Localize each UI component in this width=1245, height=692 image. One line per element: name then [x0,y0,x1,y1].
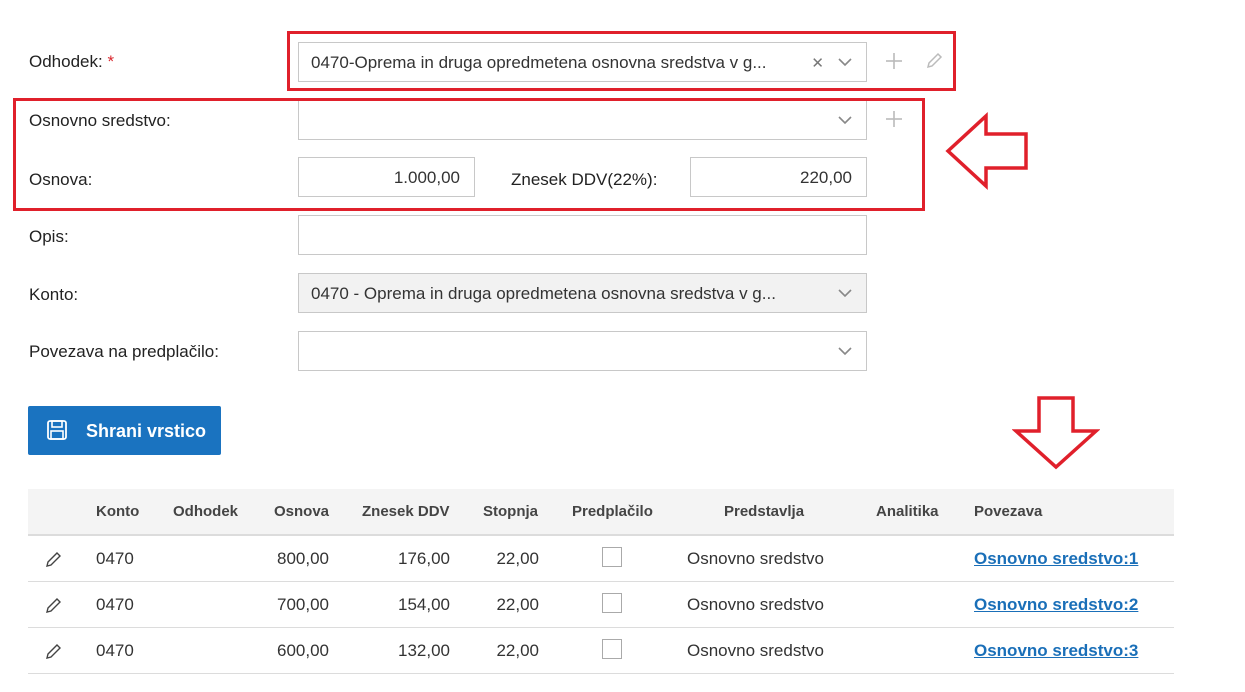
cell-stopnja: 22,00 [496,549,539,568]
table-header: Konto Odhodek Osnova Znesek DDV Stopnja … [28,489,1174,536]
add-icon[interactable] [884,51,904,71]
lines-table: Konto Odhodek Osnova Znesek DDV Stopnja … [28,489,1174,674]
header-odhodek[interactable]: Odhodek [173,503,238,520]
header-konto[interactable]: Konto [96,503,139,520]
osnovno-sredstvo-select[interactable] [298,100,867,140]
znesek-ddv-input-value: 220,00 [800,168,852,187]
edit-pencil-icon[interactable] [44,595,64,615]
header-analitika[interactable]: Analitika [876,503,939,520]
header-predplacilo[interactable]: Predplačilo [572,503,653,520]
konto-select[interactable]: 0470 - Oprema in druga opredmetena osnov… [298,273,867,313]
konto-select-value: 0470 - Oprema in druga opredmetena osnov… [311,284,776,303]
cell-ddv: 154,00 [398,595,450,614]
povezava-link[interactable]: Osnovno sredstvo:3 [974,641,1138,661]
cell-konto: 0470 [96,641,134,660]
cell-osnova: 600,00 [277,641,329,660]
povezava-link[interactable]: Osnovno sredstvo:2 [974,595,1138,615]
edit-pencil-icon[interactable] [44,549,64,569]
povezava-predplacilo-label: Povezava na predplačilo: [29,342,219,361]
chevron-down-icon[interactable] [838,115,852,125]
clear-icon[interactable]: ✕ [811,54,824,72]
required-mark: * [107,52,115,71]
add-icon[interactable] [884,109,904,129]
page: Odhodek: * 0470-Oprema in druga opredmet… [0,0,1245,692]
header-znesek-ddv[interactable]: Znesek DDV [362,503,450,520]
odhodek-label: Odhodek: * [29,52,114,72]
table-row: 0470 600,00 132,00 22,00 Osnovno sredstv… [28,628,1174,674]
chevron-down-icon[interactable] [838,346,852,356]
chevron-down-icon[interactable] [838,57,852,67]
cell-osnova: 700,00 [277,595,329,614]
save-disk-icon [47,420,67,440]
table-row: 0470 700,00 154,00 22,00 Osnovno sredstv… [28,582,1174,628]
annotation-arrow-down-icon [1012,396,1100,470]
table-row: 0470 800,00 176,00 22,00 Osnovno sredstv… [28,536,1174,582]
header-stopnja[interactable]: Stopnja [483,503,538,520]
povezava-link[interactable]: Osnovno sredstvo:1 [974,549,1138,569]
save-row-button[interactable]: Shrani vrstico [28,406,221,455]
cell-konto: 0470 [96,549,134,568]
opis-input[interactable] [298,215,867,255]
predplacilo-checkbox[interactable] [602,547,622,567]
predplacilo-checkbox[interactable] [602,639,622,659]
osnovno-sredstvo-label: Osnovno sredstvo: [29,111,171,130]
header-osnova[interactable]: Osnova [274,503,329,520]
cell-predstavlja: Osnovno sredstvo [687,641,825,660]
cell-predstavlja: Osnovno sredstvo [687,549,825,568]
odhodek-select-value: 0470-Oprema in druga opredmetena osnovna… [311,53,767,72]
cell-osnova: 800,00 [277,549,329,568]
header-povezava[interactable]: Povezava [974,503,1042,520]
cell-stopnja: 22,00 [496,595,539,614]
predplacilo-checkbox[interactable] [602,593,622,613]
save-row-button-label: Shrani vrstico [86,421,207,441]
edit-pencil-icon[interactable] [924,51,944,71]
cell-stopnja: 22,00 [496,641,539,660]
opis-label: Opis: [29,227,69,246]
odhodek-select[interactable]: 0470-Oprema in druga opredmetena osnovna… [298,42,867,82]
osnova-input-value: 1.000,00 [393,168,460,187]
chevron-down-icon[interactable] [838,288,852,298]
znesek-ddv-label: Znesek DDV(22%): [511,170,658,189]
cell-ddv: 132,00 [398,641,450,660]
odhodek-label-text: Odhodek: [29,52,103,71]
povezava-predplacilo-select[interactable] [298,331,867,371]
osnova-input[interactable]: 1.000,00 [298,157,475,197]
konto-label: Konto: [29,285,79,304]
header-predstavlja[interactable]: Predstavlja [724,503,804,520]
osnova-label: Osnova: [29,170,93,189]
edit-pencil-icon[interactable] [44,641,64,661]
cell-predstavlja: Osnovno sredstvo [687,595,825,614]
znesek-ddv-input[interactable]: 220,00 [690,157,867,197]
annotation-arrow-left-icon [945,112,1028,190]
cell-ddv: 176,00 [398,549,450,568]
cell-konto: 0470 [96,595,134,614]
